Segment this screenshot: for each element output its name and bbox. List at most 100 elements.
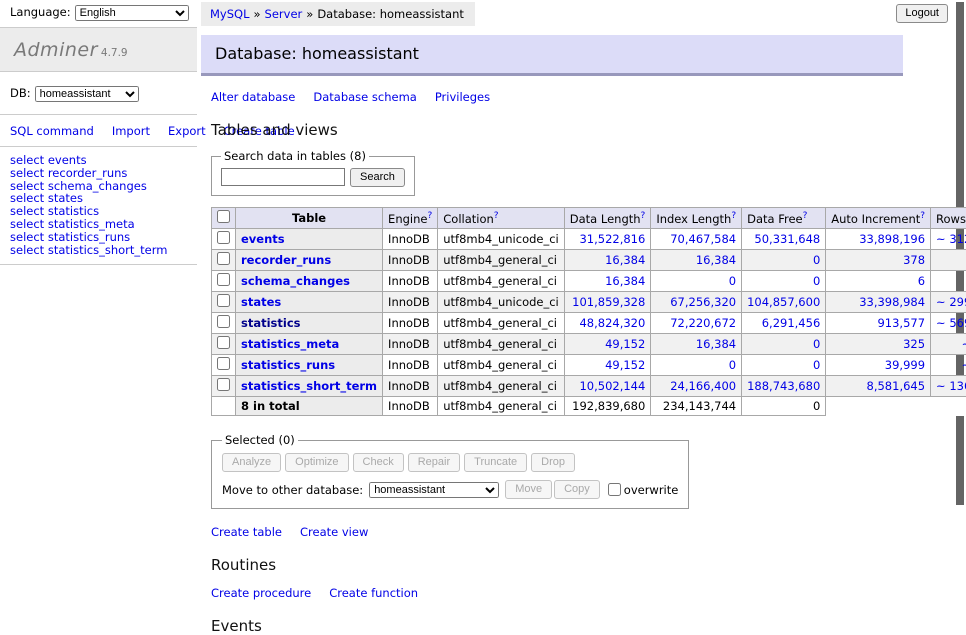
index-length-link[interactable]: 0 — [729, 358, 736, 372]
index-length-link[interactable]: 24,166,400 — [670, 379, 736, 393]
index-length-link[interactable]: 72,220,672 — [670, 316, 736, 330]
rows-count-link[interactable]: ~ 628 — [962, 358, 966, 372]
data-length-link[interactable]: 16,384 — [605, 253, 645, 267]
engine-cell: InnoDB — [383, 271, 438, 292]
index-length-link[interactable]: 16,384 — [696, 253, 736, 267]
create-link-create-table[interactable]: Create table — [211, 525, 282, 539]
data-length-link[interactable]: 10,502,144 — [579, 379, 645, 393]
table-name-link[interactable]: statistics_runs — [241, 358, 335, 372]
collation-cell: utf8mb4_general_ci — [438, 313, 565, 334]
auto-increment-link[interactable]: 6 — [918, 274, 925, 288]
data-free-link[interactable]: 104,857,600 — [747, 295, 820, 309]
column-help-link[interactable]: ? — [803, 211, 808, 221]
row-select-checkbox[interactable] — [217, 357, 230, 370]
data-free-link[interactable]: 0 — [813, 358, 820, 372]
data-length-link[interactable]: 31,522,816 — [579, 232, 645, 246]
sidebar-link-select-statistics-meta[interactable]: select statistics_meta — [10, 218, 189, 231]
table-name-link[interactable]: recorder_runs — [241, 253, 331, 267]
breadcrumb-server-link[interactable]: Server — [265, 7, 303, 21]
table-name-link[interactable]: events — [241, 232, 285, 246]
row-select-checkbox[interactable] — [217, 336, 230, 349]
column-help-link[interactable]: ? — [731, 211, 736, 221]
data-length-link[interactable]: 49,152 — [605, 337, 645, 351]
data-length-link[interactable]: 48,824,320 — [579, 316, 645, 330]
sidebar-link-select-recorder-runs[interactable]: select recorder_runs — [10, 167, 189, 180]
data-free-cell: 0 — [742, 355, 826, 376]
selected-fieldset: Selected (0) AnalyzeOptimizeCheckRepairT… — [211, 433, 689, 509]
data-free-link[interactable]: 6,291,456 — [762, 316, 821, 330]
rows-count-link[interactable]: ~ 136,108 — [936, 379, 966, 393]
data-free-link[interactable]: 188,743,680 — [747, 379, 820, 393]
auto-increment-link[interactable]: 33,398,984 — [859, 295, 925, 309]
auto-increment-link[interactable]: 913,577 — [877, 316, 925, 330]
sidebar-link-select-statistics-runs[interactable]: select statistics_runs — [10, 231, 189, 244]
index-length-link[interactable]: 70,467,584 — [670, 232, 736, 246]
row-select-checkbox[interactable] — [217, 252, 230, 265]
total-empty-cell — [212, 397, 236, 416]
sidebar-command-import[interactable]: Import — [112, 124, 150, 138]
routine-link-create-procedure[interactable]: Create procedure — [211, 586, 311, 600]
auto-increment-link[interactable]: 8,581,645 — [867, 379, 926, 393]
row-select-checkbox[interactable] — [217, 378, 230, 391]
table-name-link[interactable]: schema_changes — [241, 274, 350, 288]
column-help-link[interactable]: ? — [427, 211, 432, 221]
overwrite-checkbox[interactable] — [608, 483, 621, 496]
data-length-cell: 101,859,328 — [564, 292, 651, 313]
select-all-checkbox[interactable] — [217, 210, 230, 223]
language-select[interactable]: English — [75, 5, 189, 21]
row-select-checkbox[interactable] — [217, 315, 230, 328]
row-select-checkbox[interactable] — [217, 231, 230, 244]
search-input[interactable] — [221, 168, 345, 186]
sidebar-command-sql-command[interactable]: SQL command — [10, 124, 94, 138]
data-length-link[interactable]: 101,859,328 — [572, 295, 645, 309]
row-select-checkbox[interactable] — [217, 294, 230, 307]
data-free-link[interactable]: 0 — [813, 337, 820, 351]
db-link-privileges[interactable]: Privileges — [435, 90, 490, 104]
action-button-optimize: Optimize — [285, 453, 348, 472]
rows-count-link[interactable]: ~ 312,180 — [936, 232, 966, 246]
action-button-repair: Repair — [408, 453, 460, 472]
routine-link-create-function[interactable]: Create function — [329, 586, 418, 600]
db-select[interactable]: homeassistant — [35, 86, 139, 102]
index-length-link[interactable]: 16,384 — [696, 337, 736, 351]
table-name-link[interactable]: statistics_short_term — [241, 379, 377, 393]
table-name-cell: statistics_short_term — [236, 376, 383, 397]
action-button-analyze: Analyze — [222, 453, 281, 472]
data-length-link[interactable]: 16,384 — [605, 274, 645, 288]
table-name-cell: statistics_meta — [236, 334, 383, 355]
auto-increment-link[interactable]: 325 — [903, 337, 925, 351]
table-name-link[interactable]: statistics_meta — [241, 337, 339, 351]
sidebar-link-select-statistics-short-term[interactable]: select statistics_short_term — [10, 244, 189, 257]
auto-increment-link[interactable]: 33,898,196 — [859, 232, 925, 246]
data-free-link[interactable]: 50,331,648 — [754, 232, 820, 246]
row-select-checkbox[interactable] — [217, 273, 230, 286]
rows-count-link[interactable]: ~ 244 — [962, 337, 966, 351]
search-button[interactable]: Search — [350, 168, 405, 187]
index-length-link[interactable]: 0 — [729, 274, 736, 288]
column-help-link[interactable]: ? — [641, 211, 646, 221]
db-link-database-schema[interactable]: Database schema — [313, 90, 416, 104]
table-name-link[interactable]: states — [241, 295, 281, 309]
auto-increment-link[interactable]: 39,999 — [885, 358, 925, 372]
move-database-select[interactable]: homeassistant — [369, 482, 499, 498]
rows-count-link[interactable]: ~ 569,159 — [936, 316, 966, 330]
rows-count-link[interactable]: ~ 299,833 — [936, 295, 966, 309]
action-button-drop: Drop — [531, 453, 575, 472]
column-help-link[interactable]: ? — [494, 211, 499, 221]
data-length-link[interactable]: 49,152 — [605, 358, 645, 372]
auto-increment-cell: 6 — [826, 271, 931, 292]
sidebar-command-export[interactable]: Export — [168, 124, 206, 138]
column-header-data-free: Data Free? — [742, 208, 826, 229]
column-help-link[interactable]: ? — [920, 211, 925, 221]
index-length-link[interactable]: 67,256,320 — [670, 295, 736, 309]
breadcrumb-mysql-link[interactable]: MySQL — [210, 7, 250, 21]
rows-count-cell: ~ 628 — [931, 355, 966, 376]
data-free-link[interactable]: 0 — [813, 253, 820, 267]
sidebar-link-select-events[interactable]: select events — [10, 154, 189, 167]
db-link-alter-database[interactable]: Alter database — [211, 90, 295, 104]
auto-increment-link[interactable]: 378 — [903, 253, 925, 267]
table-total-row: 8 in totalInnoDButf8mb4_general_ci192,83… — [212, 397, 966, 416]
table-name-link[interactable]: statistics — [241, 316, 301, 330]
create-link-create-view[interactable]: Create view — [300, 525, 368, 539]
data-free-link[interactable]: 0 — [813, 274, 820, 288]
